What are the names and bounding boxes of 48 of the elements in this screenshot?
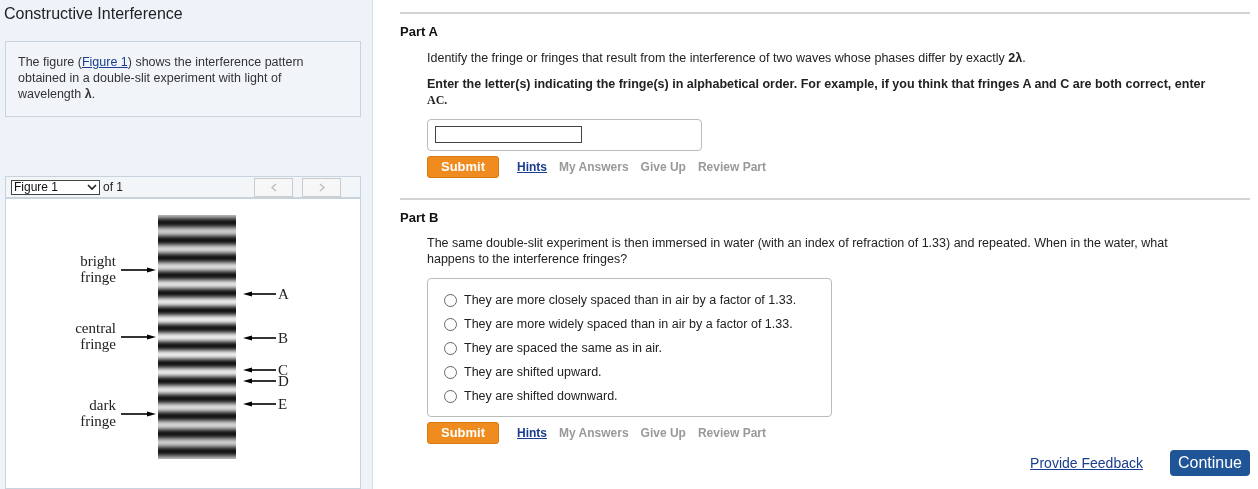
- chevron-left-icon: [270, 182, 277, 192]
- option-label: They are spaced the same as in air.: [464, 340, 663, 357]
- arrow: [243, 291, 277, 297]
- fringe-letter: C: [278, 362, 288, 378]
- action-link[interactable]: Hints: [517, 424, 547, 442]
- page-title: Constructive Interference: [4, 4, 183, 24]
- arrow: [120, 334, 156, 340]
- arrow: [243, 378, 277, 384]
- option-label: They are more widely spaced than in air by a factor of 1.33.: [464, 316, 793, 333]
- arrow: [243, 335, 277, 341]
- fringe-letter: A: [278, 286, 289, 302]
- arrow: [243, 367, 277, 373]
- continue-button[interactable]: Continue: [1169, 450, 1250, 476]
- fringe-letter: E: [278, 396, 288, 412]
- option-label: They are shifted upward.: [464, 364, 602, 381]
- fringe-label: dark: [89, 397, 116, 413]
- radio-button[interactable]: [444, 294, 457, 307]
- fringe-label: central: [75, 320, 116, 336]
- figure-link[interactable]: Figure 1: [81, 55, 128, 69]
- instruction-text: Enter the letter(s) indicating the fringe(s) in alphabetical order. For example, if you think that fringes A and C are both correct, enter AC.: [427, 75, 1207, 108]
- radio-button[interactable]: [444, 318, 457, 331]
- figure-count: of 1: [103, 179, 123, 196]
- action-link[interactable]: Hints: [517, 157, 547, 176]
- fringe-label: fringe: [80, 336, 116, 352]
- answer-field[interactable]: [435, 126, 582, 143]
- part-title: Part B: [400, 208, 439, 227]
- question-text: Identify the fringe or fringes that result from the interference of two waves whose phases differ by exactly 2λ.: [427, 49, 1026, 66]
- fringe-label: fringe: [80, 413, 116, 429]
- submit-button[interactable]: Submit: [427, 155, 499, 178]
- radio-button[interactable]: [444, 366, 457, 379]
- fringe-letter: B: [278, 330, 288, 346]
- part-title: Part A: [400, 23, 438, 41]
- radio-button[interactable]: [444, 390, 457, 403]
- fringe-label: bright: [80, 253, 116, 269]
- arrow: [120, 411, 156, 417]
- intro-text: The figure (Figure 1) shows the interference pattern obtained in a double-slit experiment with light of wavelength λ.: [18, 54, 305, 102]
- fringe-label: fringe: [80, 269, 116, 285]
- arrow: [120, 267, 156, 273]
- figure-select[interactable]: Figure 1: [11, 179, 100, 195]
- question-text: The same double-slit experiment is then immersed in water (with an index of refraction of 1.33) and repeated. When in the water, what happens to the interference fringes?: [427, 235, 1169, 267]
- chevron-down-icon: [87, 183, 97, 191]
- submit-button[interactable]: Submit: [427, 422, 499, 444]
- option-label: They are more closely spaced than in air by a factor of 1.33.: [464, 292, 797, 309]
- arrow: [243, 401, 277, 407]
- feedback-link[interactable]: Provide Feedback: [1030, 452, 1143, 474]
- chevron-right-icon: [318, 182, 325, 192]
- radio-button[interactable]: [444, 342, 457, 355]
- option-label: They are shifted downward.: [464, 388, 618, 405]
